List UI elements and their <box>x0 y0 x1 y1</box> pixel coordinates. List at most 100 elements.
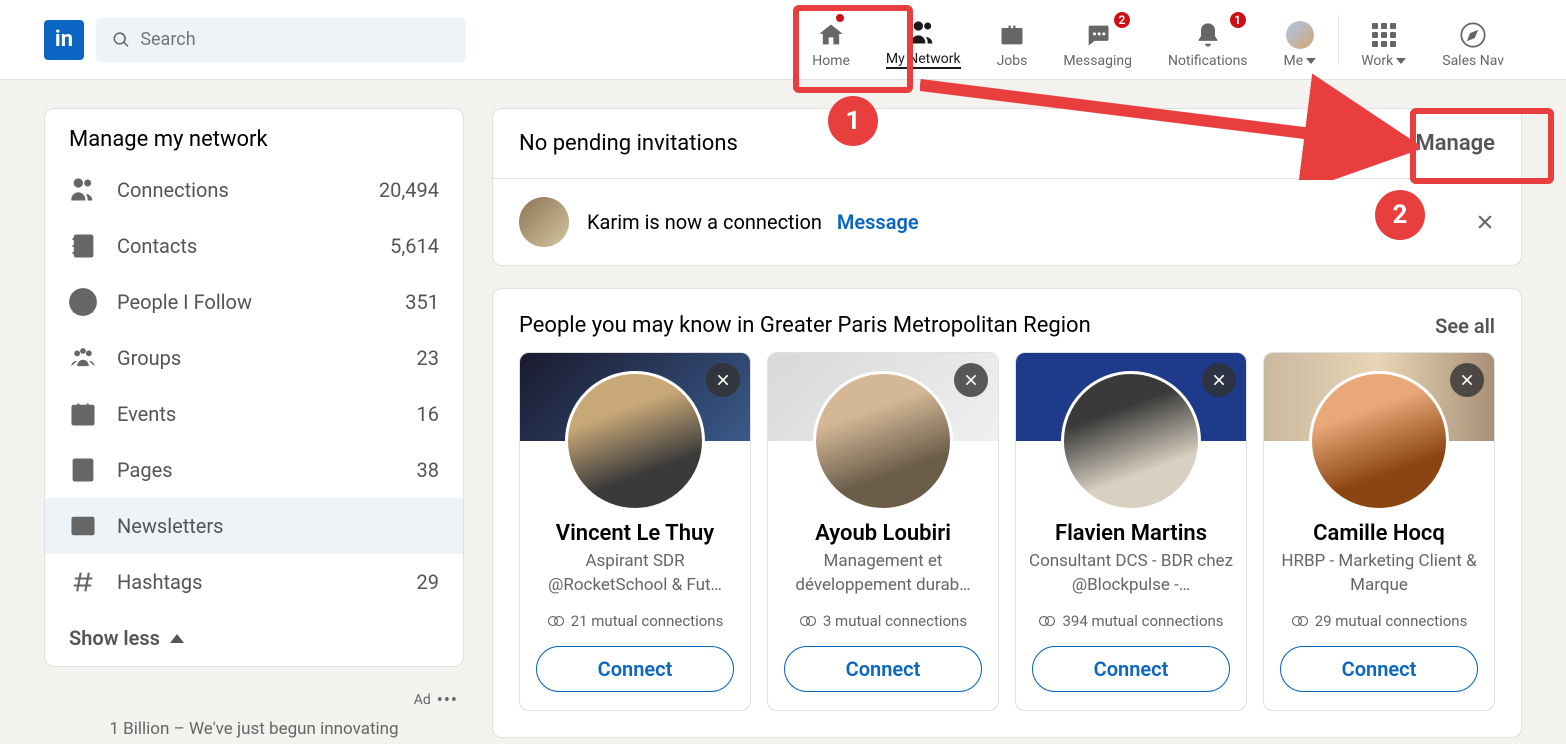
person-avatar[interactable] <box>565 371 705 511</box>
nav-home[interactable]: Home <box>794 0 868 79</box>
home-badge <box>834 12 846 24</box>
sidebar-item-pages[interactable]: Pages 38 <box>45 442 463 498</box>
caret-down-icon <box>1396 58 1406 64</box>
sidebar-item-count: 20,494 <box>379 178 439 202</box>
nav-messaging[interactable]: 2 Messaging <box>1045 0 1150 79</box>
sidebar-title: Manage my network <box>45 109 463 162</box>
mutual-connections: 21 mutual connections <box>547 612 724 630</box>
connect-button[interactable]: Connect <box>784 646 982 692</box>
new-connection-row: Karim is now a connection Message <box>493 179 1521 265</box>
sidebar-item-hashtags[interactable]: Hashtags 29 <box>45 554 463 610</box>
close-icon <box>1475 212 1495 232</box>
grid-icon <box>1372 23 1396 47</box>
linkedin-logo[interactable]: in <box>44 20 84 60</box>
chevron-up-icon <box>170 634 184 643</box>
person-avatar[interactable] <box>1061 371 1201 511</box>
person-description: Consultant DCS - BDR chez @Blockpulse -… <box>1016 550 1246 598</box>
nav-me-label: Me <box>1284 53 1304 69</box>
close-icon <box>1459 372 1475 388</box>
people-icon <box>909 19 937 47</box>
close-icon <box>963 372 979 388</box>
nav-salesnav[interactable]: Sales Nav <box>1424 0 1522 79</box>
mutual-connections: 394 mutual connections <box>1038 612 1223 630</box>
invitations-title: No pending invitations <box>519 131 1415 156</box>
mutual-icon <box>547 615 565 627</box>
connection-avatar[interactable] <box>519 197 569 247</box>
connection-text: Karim is now a connection <box>587 210 822 234</box>
nav-me[interactable]: Me <box>1266 0 1335 79</box>
sidebar-item-count: 23 <box>417 346 439 370</box>
mutual-connections: 29 mutual connections <box>1291 612 1468 630</box>
close-icon <box>715 372 731 388</box>
close-icon <box>1211 372 1227 388</box>
person-name: Camille Hocq <box>1305 521 1453 546</box>
nav-work[interactable]: Work <box>1343 0 1424 79</box>
nav-divider <box>1338 15 1339 65</box>
nav-messaging-label: Messaging <box>1063 53 1132 69</box>
ad-label[interactable]: Ad ••• <box>414 690 458 711</box>
sidebar-item-people-follow[interactable]: People I Follow 351 <box>45 274 463 330</box>
nav-jobs[interactable]: Jobs <box>979 0 1046 79</box>
dismiss-person-button[interactable] <box>706 363 740 397</box>
sidebar-item-contacts[interactable]: Contacts 5,614 <box>45 218 463 274</box>
mutual-icon <box>1291 615 1309 627</box>
pages-icon <box>69 456 97 484</box>
connect-button[interactable]: Connect <box>1280 646 1478 692</box>
sidebar-item-count: 351 <box>405 290 439 314</box>
nav-home-label: Home <box>812 53 850 69</box>
pymk-title: People you may know in Greater Paris Met… <box>519 313 1435 338</box>
dismiss-person-button[interactable] <box>1202 363 1236 397</box>
briefcase-icon <box>998 21 1026 49</box>
ad-block: Ad ••• 1 Billion – We've just begun inno… <box>44 689 464 739</box>
person-card[interactable]: Camille Hocq HRBP - Marketing Client & M… <box>1263 352 1495 711</box>
invitations-card: No pending invitations Manage Karim is n… <box>492 108 1522 266</box>
person-avatar[interactable] <box>813 371 953 511</box>
connect-button[interactable]: Connect <box>1032 646 1230 692</box>
nav-mynetwork-label: My Network <box>886 51 961 69</box>
ad-menu-icon[interactable]: ••• <box>437 690 458 711</box>
svg-text:5: 5 <box>80 413 85 424</box>
sidebar-item-label: People I Follow <box>117 290 405 314</box>
top-navigation: in Home My Network Jobs 2 Messaging 1 No… <box>0 0 1566 80</box>
sidebar-item-label: Connections <box>117 178 379 202</box>
mutual-icon <box>799 615 817 627</box>
nav-mynetwork[interactable]: My Network <box>868 0 979 79</box>
connect-button[interactable]: Connect <box>536 646 734 692</box>
bell-icon <box>1194 21 1222 49</box>
dismiss-button[interactable] <box>1475 212 1495 232</box>
sidebar-item-events[interactable]: 5 Events 16 <box>45 386 463 442</box>
person-name: Ayoub Loubiri <box>807 521 959 546</box>
me-avatar <box>1286 21 1314 49</box>
person-card[interactable]: Au c votre Flavien Martins Consultant DC… <box>1015 352 1247 711</box>
calendar-icon: 5 <box>69 400 97 428</box>
manage-button[interactable]: Manage <box>1415 131 1495 156</box>
hashtag-icon <box>69 568 97 596</box>
person-name: Flavien Martins <box>1047 521 1215 546</box>
sidebar-item-newsletters[interactable]: Newsletters <box>45 498 463 554</box>
message-icon <box>1084 21 1112 49</box>
caret-down-icon <box>1306 58 1316 64</box>
nav-notifications-label: Notifications <box>1168 53 1248 69</box>
follow-icon <box>69 288 97 316</box>
sidebar-item-label: Contacts <box>117 234 390 258</box>
dismiss-person-button[interactable] <box>1450 363 1484 397</box>
sidebar-item-count: 16 <box>417 402 439 426</box>
search-box[interactable] <box>96 18 466 62</box>
ad-text: 1 Billion – We've just begun innovating <box>50 719 458 739</box>
sidebar-item-connections[interactable]: Connections 20,494 <box>45 162 463 218</box>
nav-jobs-label: Jobs <box>997 53 1028 69</box>
message-link[interactable]: Message <box>837 210 919 234</box>
show-less-label: Show less <box>69 626 160 650</box>
show-less-button[interactable]: Show less <box>45 610 463 666</box>
sidebar-item-label: Groups <box>117 346 417 370</box>
dismiss-person-button[interactable] <box>954 363 988 397</box>
person-card[interactable]: Ayoub Loubiri Management et développemen… <box>767 352 999 711</box>
sidebar-item-groups[interactable]: Groups 23 <box>45 330 463 386</box>
groups-icon <box>69 344 97 372</box>
person-avatar[interactable] <box>1309 371 1449 511</box>
nav-notifications[interactable]: 1 Notifications <box>1150 0 1266 79</box>
search-input[interactable] <box>140 29 450 50</box>
see-all-link[interactable]: See all <box>1435 314 1495 338</box>
person-card[interactable]: Vincent Le Thuy Aspirant SDR @RocketScho… <box>519 352 751 711</box>
search-icon <box>112 30 130 50</box>
